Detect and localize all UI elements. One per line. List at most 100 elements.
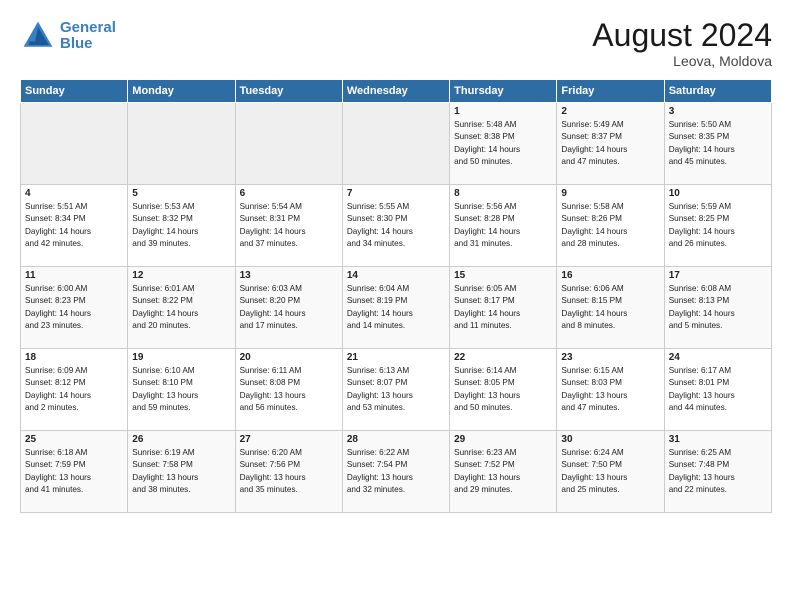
day-number: 30 [561, 434, 659, 445]
day-cell-4: 4Sunrise: 5:51 AM Sunset: 8:34 PM Daylig… [21, 185, 128, 267]
day-cell-31: 31 Sunrise: 6:25 AM Sunset: 7:48 PM Dayli… [664, 431, 771, 513]
week-row-3: 11 Sunrise: 6:00 AM Sunset: 8:23 PM Dayli… [21, 267, 772, 349]
empty-cell [342, 103, 449, 185]
day-cell-7: 7 Sunrise: 5:55 AM Sunset: 8:30 PM Daylig… [342, 185, 449, 267]
day-number: 5 [132, 188, 230, 199]
day-number: 8 [454, 188, 552, 199]
day-info: Sunrise: 6:11 AM Sunset: 8:08 PM Dayligh… [240, 365, 338, 414]
day-number: 26 [132, 434, 230, 445]
day-cell-13: 13 Sunrise: 6:03 AM Sunset: 8:20 PM Dayli… [235, 267, 342, 349]
day-info: Sunrise: 6:18 AM Sunset: 7:59 PM Dayligh… [25, 447, 123, 496]
day-number: 14 [347, 270, 445, 281]
day-cell-22: 22Sunrise: 6:14 AM Sunset: 8:05 PM Dayli… [450, 349, 557, 431]
logo-text: General Blue [60, 20, 116, 53]
day-number: 17 [669, 270, 767, 281]
day-cell-8: 8 Sunrise: 5:56 AM Sunset: 8:28 PM Daylig… [450, 185, 557, 267]
day-cell-6: 6 Sunrise: 5:54 AM Sunset: 8:31 PM Daylig… [235, 185, 342, 267]
day-cell-25: 25 Sunrise: 6:18 AM Sunset: 7:59 PM Dayli… [21, 431, 128, 513]
weekday-header-sunday: Sunday [21, 80, 128, 103]
logo-blue: Blue [60, 35, 93, 52]
day-number: 13 [240, 270, 338, 281]
day-info: Sunrise: 5:58 AM Sunset: 8:26 PM Dayligh… [561, 201, 659, 250]
day-cell-20: 20 Sunrise: 6:11 AM Sunset: 8:08 PM Dayli… [235, 349, 342, 431]
day-number: 21 [347, 352, 445, 363]
day-number: 1 [454, 106, 552, 117]
day-info: Sunrise: 5:55 AM Sunset: 8:30 PM Dayligh… [347, 201, 445, 250]
day-number: 7 [347, 188, 445, 199]
day-cell-5: 5 Sunrise: 5:53 AM Sunset: 8:32 PM Daylig… [128, 185, 235, 267]
day-cell-19: 19Sunrise: 6:10 AM Sunset: 8:10 PM Dayli… [128, 349, 235, 431]
day-info: Sunrise: 5:49 AM Sunset: 8:37 PM Dayligh… [561, 119, 659, 168]
day-info: Sunrise: 5:48 AM Sunset: 8:38 PM Dayligh… [454, 119, 552, 168]
day-cell-30: 30Sunrise: 6:24 AM Sunset: 7:50 PM Dayli… [557, 431, 664, 513]
logo-general: General [60, 19, 116, 36]
day-number: 16 [561, 270, 659, 281]
week-row-1: 1 Sunrise: 5:48 AM Sunset: 8:38 PM Daylig… [21, 103, 772, 185]
day-info: Sunrise: 6:09 AM Sunset: 8:12 PM Dayligh… [25, 365, 123, 414]
day-cell-24: 24Sunrise: 6:17 AM Sunset: 8:01 PM Dayli… [664, 349, 771, 431]
day-info: Sunrise: 6:22 AM Sunset: 7:54 PM Dayligh… [347, 447, 445, 496]
day-cell-27: 27Sunrise: 6:20 AM Sunset: 7:56 PM Dayli… [235, 431, 342, 513]
day-number: 24 [669, 352, 767, 363]
day-number: 31 [669, 434, 767, 445]
day-info: Sunrise: 6:23 AM Sunset: 7:52 PM Dayligh… [454, 447, 552, 496]
day-info: Sunrise: 6:03 AM Sunset: 8:20 PM Dayligh… [240, 283, 338, 332]
weekday-header-tuesday: Tuesday [235, 80, 342, 103]
day-info: Sunrise: 6:13 AM Sunset: 8:07 PM Dayligh… [347, 365, 445, 414]
day-number: 4 [25, 188, 123, 199]
day-number: 19 [132, 352, 230, 363]
day-cell-17: 17 Sunrise: 6:08 AM Sunset: 8:13 PM Dayli… [664, 267, 771, 349]
day-cell-11: 11 Sunrise: 6:00 AM Sunset: 8:23 PM Dayli… [21, 267, 128, 349]
day-number: 3 [669, 106, 767, 117]
day-info: Sunrise: 6:04 AM Sunset: 8:19 PM Dayligh… [347, 283, 445, 332]
day-number: 6 [240, 188, 338, 199]
day-number: 28 [347, 434, 445, 445]
header: General Blue August 2024 Leova, Moldova [20, 18, 772, 69]
day-number: 25 [25, 434, 123, 445]
day-number: 23 [561, 352, 659, 363]
day-cell-12: 12 Sunrise: 6:01 AM Sunset: 8:22 PM Dayli… [128, 267, 235, 349]
day-info: Sunrise: 6:20 AM Sunset: 7:56 PM Dayligh… [240, 447, 338, 496]
day-info: Sunrise: 5:50 AM Sunset: 8:35 PM Dayligh… [669, 119, 767, 168]
day-info: Sunrise: 6:14 AM Sunset: 8:05 PM Dayligh… [454, 365, 552, 414]
day-info: Sunrise: 6:08 AM Sunset: 8:13 PM Dayligh… [669, 283, 767, 332]
empty-cell [21, 103, 128, 185]
day-number: 12 [132, 270, 230, 281]
day-info: Sunrise: 5:56 AM Sunset: 8:28 PM Dayligh… [454, 201, 552, 250]
empty-cell [128, 103, 235, 185]
day-cell-26: 26Sunrise: 6:19 AM Sunset: 7:58 PM Dayli… [128, 431, 235, 513]
logo: General Blue [20, 18, 116, 54]
day-info: Sunrise: 5:53 AM Sunset: 8:32 PM Dayligh… [132, 201, 230, 250]
day-info: Sunrise: 5:59 AM Sunset: 8:25 PM Dayligh… [669, 201, 767, 250]
weekday-header-monday: Monday [128, 80, 235, 103]
day-number: 11 [25, 270, 123, 281]
day-cell-28: 28 Sunrise: 6:22 AM Sunset: 7:54 PM Dayli… [342, 431, 449, 513]
day-cell-15: 15 Sunrise: 6:05 AM Sunset: 8:17 PM Dayli… [450, 267, 557, 349]
day-number: 9 [561, 188, 659, 199]
day-number: 18 [25, 352, 123, 363]
logo-icon [20, 18, 56, 54]
day-number: 15 [454, 270, 552, 281]
day-info: Sunrise: 6:01 AM Sunset: 8:22 PM Dayligh… [132, 283, 230, 332]
weekday-header-friday: Friday [557, 80, 664, 103]
month-title: August 2024 [592, 18, 772, 53]
day-cell-1: 1 Sunrise: 5:48 AM Sunset: 8:38 PM Daylig… [450, 103, 557, 185]
page: General Blue August 2024 Leova, Moldova … [0, 0, 792, 612]
day-cell-3: 3 Sunrise: 5:50 AM Sunset: 8:35 PM Daylig… [664, 103, 771, 185]
day-cell-21: 21 Sunrise: 6:13 AM Sunset: 8:07 PM Dayli… [342, 349, 449, 431]
day-number: 20 [240, 352, 338, 363]
day-number: 2 [561, 106, 659, 117]
weekday-header-row: SundayMondayTuesdayWednesdayThursdayFrid… [21, 80, 772, 103]
day-info: Sunrise: 6:05 AM Sunset: 8:17 PM Dayligh… [454, 283, 552, 332]
day-info: Sunrise: 6:00 AM Sunset: 8:23 PM Dayligh… [25, 283, 123, 332]
day-cell-14: 14 Sunrise: 6:04 AM Sunset: 8:19 PM Dayli… [342, 267, 449, 349]
week-row-2: 4Sunrise: 5:51 AM Sunset: 8:34 PM Daylig… [21, 185, 772, 267]
day-number: 10 [669, 188, 767, 199]
day-info: Sunrise: 6:25 AM Sunset: 7:48 PM Dayligh… [669, 447, 767, 496]
location: Leova, Moldova [592, 53, 772, 69]
day-info: Sunrise: 5:54 AM Sunset: 8:31 PM Dayligh… [240, 201, 338, 250]
day-cell-18: 18 Sunrise: 6:09 AM Sunset: 8:12 PM Dayli… [21, 349, 128, 431]
day-cell-16: 16Sunrise: 6:06 AM Sunset: 8:15 PM Dayli… [557, 267, 664, 349]
weekday-header-saturday: Saturday [664, 80, 771, 103]
day-info: Sunrise: 6:15 AM Sunset: 8:03 PM Dayligh… [561, 365, 659, 414]
